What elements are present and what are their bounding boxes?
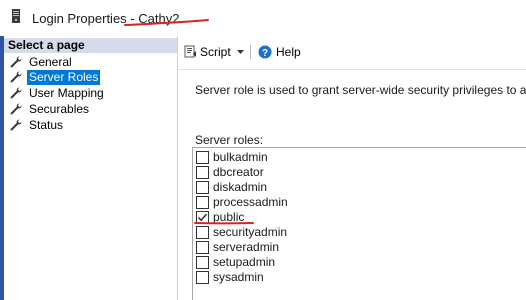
login-properties-window: Login Properties - Cathy2 Select a page … — [0, 0, 526, 300]
role-checkbox[interactable] — [196, 181, 209, 194]
wrench-icon — [10, 56, 22, 68]
wrench-icon — [10, 103, 22, 115]
role-name: bulkadmin — [213, 150, 268, 164]
role-name: securityadmin — [213, 225, 288, 239]
wrench-icon — [10, 87, 22, 99]
svg-text:?: ? — [262, 48, 268, 59]
server-roles-label: Server roles: — [195, 133, 264, 147]
nav-item-label: Securables — [29, 102, 90, 116]
role-checkbox[interactable] — [196, 166, 209, 179]
role-name: diskadmin — [213, 180, 268, 194]
title-prefix: Login Properties - — [32, 11, 139, 26]
role-checkbox[interactable] — [196, 241, 209, 254]
wrench-icon — [10, 71, 22, 83]
title-bar: Login Properties - Cathy2 — [0, 0, 526, 35]
select-page-header: Select a page — [4, 38, 177, 53]
nav-item-status[interactable]: Status — [10, 118, 65, 133]
role-name: dbcreator — [213, 165, 264, 179]
script-label: Script — [200, 45, 231, 59]
nav-item-server-roles[interactable]: Server Roles — [10, 70, 101, 85]
role-name: serveradmin — [213, 240, 280, 254]
red-underline-annotation — [124, 19, 209, 26]
role-checkbox[interactable] — [196, 256, 209, 269]
role-checkbox[interactable] — [196, 271, 209, 284]
server-document-icon — [12, 9, 20, 23]
toolbar-separator — [250, 45, 251, 59]
script-button[interactable]: Script — [184, 44, 245, 60]
nav-item-label: Status — [29, 118, 64, 132]
page-description: Server role is used to grant server-wide… — [195, 83, 526, 97]
help-icon: ? — [258, 45, 272, 59]
nav-item-securables[interactable]: Securables — [10, 102, 91, 117]
nav-item-general[interactable]: General — [10, 55, 74, 70]
pane-accent-bar — [0, 36, 4, 300]
role-name: processadmin — [213, 195, 288, 209]
help-label: Help — [276, 45, 301, 59]
page-selector-pane: Select a page General Server Roles User … — [0, 36, 178, 300]
nav-item-user-mapping[interactable]: User Mapping — [10, 86, 106, 101]
role-checkbox[interactable] — [196, 226, 209, 239]
help-button[interactable]: ? Help — [258, 44, 301, 60]
script-icon — [184, 45, 196, 58]
chevron-down-icon[interactable] — [237, 50, 245, 55]
red-underline-annotation — [194, 222, 254, 225]
role-name: sysadmin — [213, 270, 264, 284]
nav-item-label: User Mapping — [29, 86, 104, 100]
role-checkbox[interactable] — [196, 196, 209, 209]
nav-item-label: General — [29, 55, 72, 69]
wrench-icon — [10, 119, 22, 131]
nav-item-label: Server Roles — [27, 70, 101, 85]
role-name: setupadmin — [213, 255, 276, 269]
role-checkbox[interactable] — [196, 151, 209, 164]
toolbar: Script ? Help — [178, 36, 526, 70]
